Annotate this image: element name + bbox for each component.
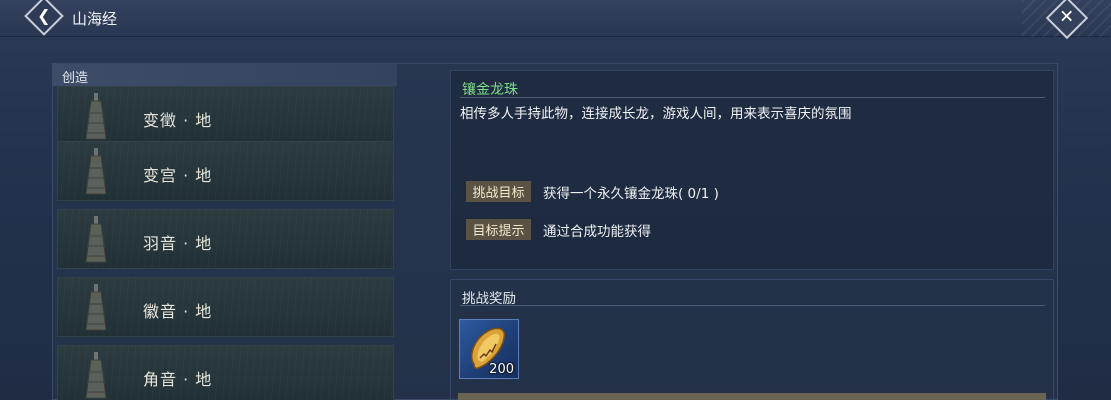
list-item-label: 变宫 · 地 bbox=[143, 166, 213, 185]
list-item-jiaoyin[interactable]: 角音 · 地 bbox=[57, 345, 394, 400]
detail-description: 相传多人手持此物，连接成长龙，游戏人间，用来表示喜庆的氛围 bbox=[460, 106, 852, 122]
list-item-bianzhi[interactable]: 变徵 · 地 bbox=[57, 86, 394, 146]
list-item-label: 变徵 · 地 bbox=[143, 111, 213, 130]
detail-divider bbox=[460, 97, 1045, 98]
bell-icon bbox=[85, 352, 107, 399]
bell-icon bbox=[85, 284, 107, 331]
left-panel-header: 创造 bbox=[52, 64, 397, 86]
reward-title: 挑战奖励 bbox=[462, 291, 516, 307]
page-title: 山海经 bbox=[72, 10, 118, 28]
close-x-icon: ✕ bbox=[1059, 7, 1075, 29]
bell-icon bbox=[85, 216, 107, 263]
list-item-label: 角音 · 地 bbox=[143, 370, 213, 389]
reward-divider bbox=[460, 305, 1045, 306]
goal-hint-tag: 目标提示 bbox=[466, 219, 531, 240]
bell-icon bbox=[85, 93, 107, 140]
left-panel-header-label: 创造 bbox=[62, 71, 89, 86]
bottom-strip bbox=[458, 393, 1046, 400]
goal-hint-text: 通过合成功能获得 bbox=[543, 224, 651, 240]
list-item-biangong[interactable]: 变宫 · 地 bbox=[57, 141, 394, 201]
back-button[interactable]: ❮ bbox=[24, 0, 64, 36]
reward-panel bbox=[450, 279, 1054, 400]
list-item-yuyin[interactable]: 羽音 · 地 bbox=[57, 209, 394, 269]
detail-panel bbox=[450, 70, 1054, 270]
reward-item-count: 200 bbox=[489, 362, 514, 377]
top-bar: ❮ 山海经 ✕ bbox=[0, 0, 1111, 40]
challenge-goal-tag: 挑战目标 bbox=[466, 181, 531, 202]
list-item-label: 羽音 · 地 bbox=[143, 234, 213, 253]
detail-title: 镶金龙珠 bbox=[462, 82, 518, 98]
list-item-huiyin[interactable]: 徽音 · 地 bbox=[57, 277, 394, 337]
list-item-label: 徽音 · 地 bbox=[143, 302, 213, 321]
back-arrow-icon: ❮ bbox=[37, 6, 51, 25]
reward-item-slot[interactable]: 200 bbox=[459, 319, 519, 379]
challenge-goal-text: 获得一个永久镶金龙珠( 0/1 ) bbox=[543, 186, 719, 202]
bell-icon bbox=[85, 148, 107, 195]
